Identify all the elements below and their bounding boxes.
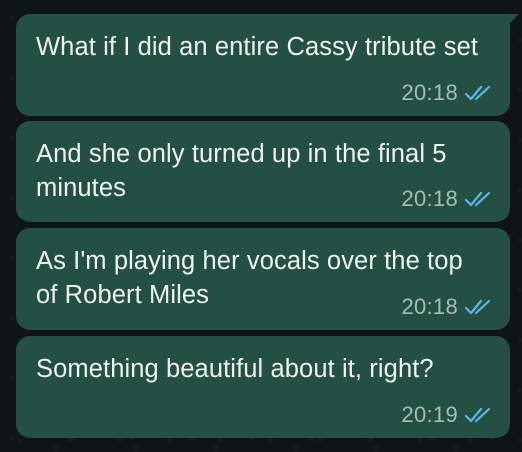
message-meta: 20:18 xyxy=(401,186,494,212)
message-time: 20:18 xyxy=(401,80,458,105)
double-check-icon xyxy=(464,407,491,423)
message-time: 20:18 xyxy=(401,186,458,211)
message-bubble[interactable]: As I'm playing her vocals over the top o… xyxy=(16,228,510,330)
message-meta: 20:19 xyxy=(401,402,494,428)
message-time: 20:18 xyxy=(401,294,458,319)
message-bubble[interactable]: And she only turned up in the final 5 mi… xyxy=(16,121,510,222)
message-bubble[interactable]: Something beautiful about it, right? 20:… xyxy=(16,336,510,438)
double-check-icon xyxy=(464,299,491,315)
double-check-icon xyxy=(464,191,491,207)
message-meta: 20:18 xyxy=(401,294,494,320)
double-check-icon xyxy=(464,85,491,101)
message-text: What if I did an entire Cassy tribute se… xyxy=(36,33,479,61)
message-bubble[interactable]: What if I did an entire Cassy tribute se… xyxy=(16,14,519,116)
message-time: 20:19 xyxy=(401,402,458,427)
message-meta: 20:18 xyxy=(401,80,494,106)
message-text: Something beautiful about it, right? xyxy=(36,355,434,383)
